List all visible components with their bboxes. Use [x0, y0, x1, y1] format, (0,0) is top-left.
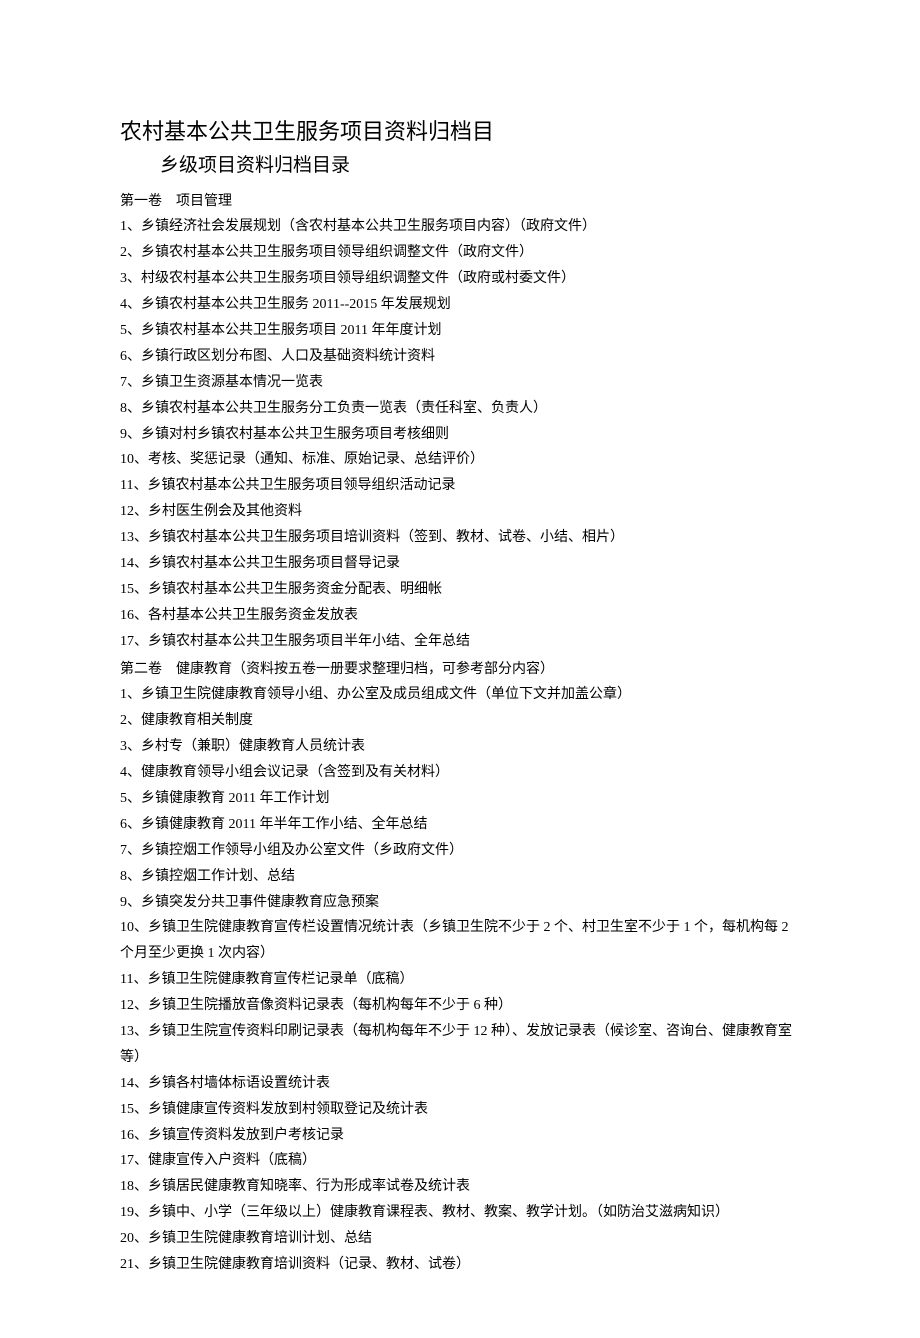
- list-item: 12、乡镇卫生院播放音像资料记录表（每机构每年不少于 6 种）: [120, 993, 800, 1019]
- list-item: 6、乡镇行政区划分布图、人口及基础资料统计资料: [120, 344, 800, 370]
- section-1: 第一卷 项目管理 1、乡镇经济社会发展规划（含农村基本公共卫生服务项目内容）（政…: [120, 189, 800, 655]
- list-item: 20、乡镇卫生院健康教育培训计划、总结: [120, 1226, 800, 1252]
- list-item: 15、乡镇健康宣传资料发放到村领取登记及统计表: [120, 1097, 800, 1123]
- list-item: 3、乡村专（兼职）健康教育人员统计表: [120, 734, 800, 760]
- list-item: 6、乡镇健康教育 2011 年半年工作小结、全年总结: [120, 812, 800, 838]
- list-item: 17、乡镇农村基本公共卫生服务项目半年小结、全年总结: [120, 629, 800, 655]
- list-item: 13、乡镇农村基本公共卫生服务项目培训资料（签到、教材、试卷、小结、相片）: [120, 525, 800, 551]
- list-item: 1、乡镇经济社会发展规划（含农村基本公共卫生服务项目内容）（政府文件）: [120, 214, 800, 240]
- list-item: 9、乡镇对村乡镇农村基本公共卫生服务项目考核细则: [120, 422, 800, 448]
- list-item: 15、乡镇农村基本公共卫生服务资金分配表、明细帐: [120, 577, 800, 603]
- list-item: 9、乡镇突发分共卫事件健康教育应急预案: [120, 890, 800, 916]
- list-item: 2、乡镇农村基本公共卫生服务项目领导组织调整文件（政府文件）: [120, 240, 800, 266]
- list-item: 18、乡镇居民健康教育知晓率、行为形成率试卷及统计表: [120, 1174, 800, 1200]
- section-2: 第二卷 健康教育（资料按五卷一册要求整理归档，可参考部分内容） 1、乡镇卫生院健…: [120, 657, 800, 1278]
- list-item: 10、考核、奖惩记录（通知、标准、原始记录、总结评价）: [120, 447, 800, 473]
- list-item: 5、乡镇健康教育 2011 年工作计划: [120, 786, 800, 812]
- list-item: 3、村级农村基本公共卫生服务项目领导组织调整文件（政府或村委文件）: [120, 266, 800, 292]
- list-item: 4、乡镇农村基本公共卫生服务 2011--2015 年发展规划: [120, 292, 800, 318]
- list-item: 1、乡镇卫生院健康教育领导小组、办公室及成员组成文件（单位下文并加盖公章）: [120, 682, 800, 708]
- list-item: 8、乡镇控烟工作计划、总结: [120, 864, 800, 890]
- list-item: 10、乡镇卫生院健康教育宣传栏设置情况统计表（乡镇卫生院不少于 2 个、村卫生室…: [120, 915, 800, 967]
- list-item: 21、乡镇卫生院健康教育培训资料（记录、教材、试卷）: [120, 1252, 800, 1278]
- section-1-header: 第一卷 项目管理: [120, 189, 800, 215]
- document-title: 农村基本公共卫生服务项目资料归档目: [120, 115, 800, 148]
- list-item: 4、健康教育领导小组会议记录（含签到及有关材料）: [120, 760, 800, 786]
- list-item: 7、乡镇卫生资源基本情况一览表: [120, 370, 800, 396]
- document-subtitle: 乡级项目资料归档目录: [160, 152, 800, 181]
- list-item: 7、乡镇控烟工作领导小组及办公室文件（乡政府文件）: [120, 838, 800, 864]
- list-item: 12、乡村医生例会及其他资料: [120, 499, 800, 525]
- list-item: 13、乡镇卫生院宣传资料印刷记录表（每机构每年不少于 12 种）、发放记录表（候…: [120, 1019, 800, 1071]
- list-item: 8、乡镇农村基本公共卫生服务分工负责一览表（责任科室、负责人）: [120, 396, 800, 422]
- list-item: 14、乡镇农村基本公共卫生服务项目督导记录: [120, 551, 800, 577]
- list-item: 19、乡镇中、小学（三年级以上）健康教育课程表、教材、教案、教学计划。（如防治艾…: [120, 1200, 800, 1226]
- list-item: 5、乡镇农村基本公共卫生服务项目 2011 年年度计划: [120, 318, 800, 344]
- list-item: 2、健康教育相关制度: [120, 708, 800, 734]
- section-2-header: 第二卷 健康教育（资料按五卷一册要求整理归档，可参考部分内容）: [120, 657, 800, 683]
- list-item: 11、乡镇卫生院健康教育宣传栏记录单（底稿）: [120, 967, 800, 993]
- list-item: 11、乡镇农村基本公共卫生服务项目领导组织活动记录: [120, 473, 800, 499]
- list-item: 17、健康宣传入户资料（底稿）: [120, 1148, 800, 1174]
- list-item: 14、乡镇各村墙体标语设置统计表: [120, 1071, 800, 1097]
- list-item: 16、各村基本公共卫生服务资金发放表: [120, 603, 800, 629]
- list-item: 16、乡镇宣传资料发放到户考核记录: [120, 1123, 800, 1149]
